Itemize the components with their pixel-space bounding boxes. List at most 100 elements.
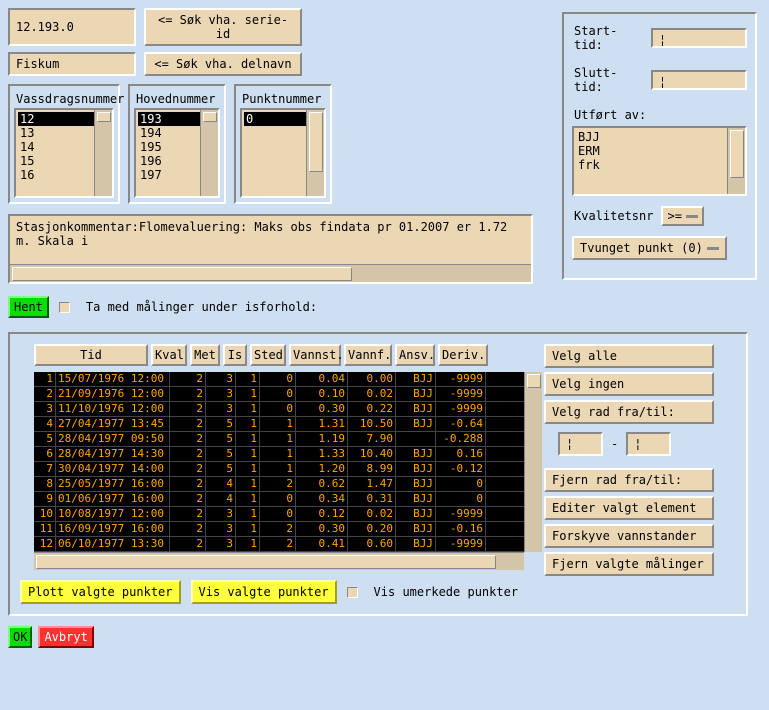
grid-scrollbar-v[interactable] [524, 372, 542, 552]
table-row[interactable]: 1116/09/1977 16:0023120.300.20BJJ-0.16 [34, 522, 524, 537]
table-cell: 0.02 [348, 507, 396, 521]
table-cell: 1 [236, 492, 260, 506]
table-cell: 1.20 [296, 462, 348, 476]
table-cell: 0.10 [296, 387, 348, 401]
data-grid[interactable]: 115/07/1976 12:0023100.040.00BJJ-9999221… [34, 372, 524, 552]
vassdragsnummer-listbox[interactable]: 1213141516 [14, 108, 114, 198]
column-header-met[interactable]: Met [190, 344, 220, 366]
table-cell: 1 [236, 372, 260, 386]
list-item[interactable]: ERM [576, 144, 743, 158]
table-cell: 1.19 [296, 432, 348, 446]
range-to-input[interactable]: ¦ [626, 432, 671, 456]
table-row[interactable]: 1010/08/1977 12:0023100.120.02BJJ-9999 [34, 507, 524, 522]
column-header-sted[interactable]: Sted [250, 344, 286, 366]
table-cell: 0.00 [348, 372, 396, 386]
table-cell: 2 [260, 537, 296, 551]
fjern-valgte-button[interactable]: Fjern valgte målinger [544, 552, 714, 576]
punktnummer-listbox[interactable]: 0 [240, 108, 326, 198]
table-cell: 0.60 [348, 537, 396, 551]
scrollbar[interactable] [200, 110, 218, 196]
tvunget-punkt-button[interactable]: Tvunget punkt (0) [572, 236, 727, 260]
list-item[interactable]: frk [576, 158, 743, 172]
table-cell: 1 [236, 387, 260, 401]
table-cell: 11/10/1976 12:00 [56, 402, 170, 416]
start-tid-input[interactable]: ¦ [651, 28, 747, 48]
table-row[interactable]: 901/06/1977 16:0024100.340.31BJJ0 [34, 492, 524, 507]
table-cell: 10 [34, 507, 56, 521]
table-row[interactable]: 528/04/1977 09:5025111.197.90-0.288 [34, 432, 524, 447]
stasjon-kommentar-box[interactable]: Stasjonkommentar:Flomevaluering: Maks ob… [8, 214, 533, 284]
ta-med-label: Ta med målinger under isforhold: [84, 298, 319, 316]
vis-umerkede-label: Vis umerkede punkter [372, 583, 521, 601]
table-row[interactable]: 1206/10/1977 13:3023120.410.60BJJ-9999 [34, 537, 524, 552]
vis-valgte-button[interactable]: Vis valgte punkter [191, 580, 337, 604]
table-cell: BJJ [396, 447, 436, 461]
avbryt-button[interactable]: Avbryt [38, 626, 93, 648]
table-cell: 1.31 [296, 417, 348, 431]
grid-scrollbar-h[interactable] [34, 552, 524, 570]
column-header-deriv[interactable]: Deriv. [438, 344, 488, 366]
column-header-is[interactable]: Is [223, 344, 247, 366]
table-cell: 0 [260, 387, 296, 401]
column-header-tid[interactable]: Tid [34, 344, 148, 366]
utfort-av-listbox[interactable]: BJJERMfrk [572, 126, 747, 196]
table-cell: 1.47 [348, 477, 396, 491]
table-row[interactable]: 221/09/1976 12:0023100.100.02BJJ-9999 [34, 387, 524, 402]
range-from-input[interactable]: ¦ [558, 432, 603, 456]
ok-button[interactable]: OK [8, 626, 32, 648]
vis-umerkede-checkbox[interactable] [347, 587, 358, 598]
hent-button[interactable]: Hent [8, 296, 49, 318]
serie-id-input[interactable] [8, 8, 136, 46]
table-row[interactable]: 427/04/1977 13:4525111.3110.50BJJ-0.64 [34, 417, 524, 432]
vassdragsnummer-panel: Vassdragsnummer 1213141516 [8, 84, 120, 204]
table-cell: 1 [236, 462, 260, 476]
table-cell: 0.12 [296, 507, 348, 521]
table-cell: 0.34 [296, 492, 348, 506]
plott-valgte-button[interactable]: Plott valgte punkter [20, 580, 181, 604]
column-header-vannf[interactable]: Vannf. [344, 344, 392, 366]
scrollbar[interactable] [306, 110, 324, 196]
hovednummer-listbox[interactable]: 193194195196197 [134, 108, 220, 198]
kvalitetsnr-select[interactable]: >= [661, 206, 703, 226]
column-header-kval[interactable]: Kval [151, 344, 187, 366]
column-header-vannst[interactable]: Vannst. [289, 344, 341, 366]
forskyve-button[interactable]: Forskyve vannstander [544, 524, 714, 548]
table-cell: 0.30 [296, 402, 348, 416]
vassdragsnummer-label: Vassdragsnummer [14, 90, 114, 108]
ta-med-checkbox[interactable] [59, 302, 70, 313]
table-cell: BJJ [396, 477, 436, 491]
table-cell: 3 [206, 522, 236, 536]
sok-serie-button[interactable]: <= Søk vha. serie-id [144, 8, 302, 46]
delnavn-input[interactable] [8, 52, 136, 76]
scrollbar-horizontal[interactable] [10, 264, 531, 282]
table-cell: 2 [260, 477, 296, 491]
table-cell: BJJ [396, 522, 436, 536]
velg-alle-button[interactable]: Velg alle [544, 344, 714, 368]
table-cell: -0.16 [436, 522, 486, 536]
table-cell: 3 [206, 507, 236, 521]
table-cell: 5 [206, 447, 236, 461]
table-cell: 9 [34, 492, 56, 506]
column-header-ansv[interactable]: Ansv. [395, 344, 435, 366]
utfort-av-label: Utført av: [572, 106, 747, 124]
list-item[interactable]: BJJ [576, 130, 743, 144]
table-cell: 8.99 [348, 462, 396, 476]
scrollbar[interactable] [727, 128, 745, 194]
scrollbar[interactable] [94, 110, 112, 196]
table-row[interactable]: 311/10/1976 12:0023100.300.22BJJ-9999 [34, 402, 524, 417]
table-row[interactable]: 730/04/1977 14:0025111.208.99BJJ-0.12 [34, 462, 524, 477]
editer-valgt-button[interactable]: Editer valgt element [544, 496, 714, 520]
velg-rad-fratil-button[interactable]: Velg rad fra/til: [544, 400, 714, 424]
slutt-tid-input[interactable]: ¦ [651, 70, 747, 90]
slutt-tid-label: Slutt-tid: [572, 64, 645, 96]
table-row[interactable]: 628/04/1977 14:3025111.3310.40BJJ0.16 [34, 447, 524, 462]
table-cell: 1 [260, 447, 296, 461]
table-row[interactable]: 115/07/1976 12:0023100.040.00BJJ-9999 [34, 372, 524, 387]
table-cell: 2 [170, 492, 206, 506]
table-row[interactable]: 825/05/1977 16:0024120.621.47BJJ0 [34, 477, 524, 492]
table-cell: 11 [34, 522, 56, 536]
velg-ingen-button[interactable]: Velg ingen [544, 372, 714, 396]
fjern-rad-fratil-button[interactable]: Fjern rad fra/til: [544, 468, 714, 492]
table-cell: 2 [170, 477, 206, 491]
sok-delnavn-button[interactable]: <= Søk vha. delnavn [144, 52, 302, 76]
